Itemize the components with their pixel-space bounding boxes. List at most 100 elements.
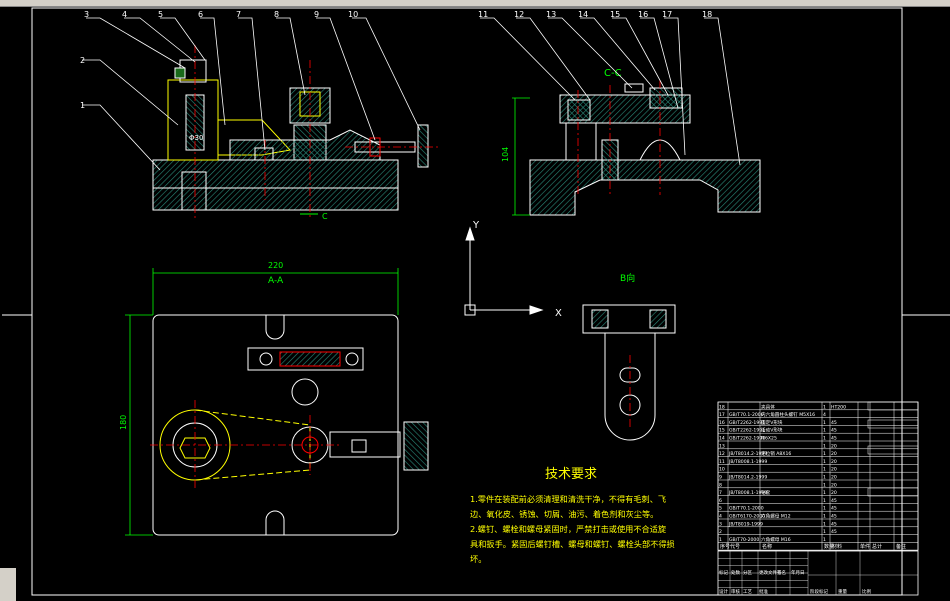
bom-header-cell: 代号 xyxy=(730,543,740,550)
bom-cell-no: 2 xyxy=(719,529,722,535)
balloon-13: 13 xyxy=(546,10,556,19)
bom-cell-mat: 45 xyxy=(831,506,837,512)
tech-req-line-4: 具和扳手。紧固后螺钉槽、螺母和螺钉、螺栓头部不得损 xyxy=(470,539,675,549)
bom-cell-qty: 1 xyxy=(823,404,826,410)
title-block-label: 批准 xyxy=(759,588,768,595)
bom-header-cell: 总计 xyxy=(872,543,882,550)
bom-header-cell: 备注 xyxy=(896,543,906,550)
bom-cell-name: 内六角圆柱头螺钉 M5X16 xyxy=(761,411,815,418)
bom-cell-name: M6X25 xyxy=(761,436,777,442)
bom-cell-no: 8 xyxy=(719,482,722,488)
dim-180: 180 xyxy=(119,415,128,430)
bom-cell-code: JB/T8008.1-1999 xyxy=(728,459,767,465)
balloon-12: 12 xyxy=(514,10,524,19)
balloon-17: 17 xyxy=(662,10,672,19)
bom-cell-name: 固定V形块 xyxy=(761,419,783,426)
bom-cell-mat: 45 xyxy=(831,521,837,527)
bom-cell-mat: 45 xyxy=(831,529,837,535)
balloon-14: 14 xyxy=(578,10,588,19)
bom-cell-qty: 1 xyxy=(823,490,826,496)
bom-cell-mat: 45 xyxy=(831,498,837,504)
balloon-11: 11 xyxy=(478,10,488,19)
balloon-5: 5 xyxy=(158,10,163,19)
bom-cell-no: 9 xyxy=(719,475,722,481)
title-block-label: 分区 xyxy=(743,569,752,576)
ucs-y-label: Y xyxy=(472,220,480,231)
bom-note-box xyxy=(867,419,919,429)
bom-cell-no: 7 xyxy=(719,490,722,496)
bom-cell-no: 11 xyxy=(719,459,725,465)
bom-header-cell: 序号 xyxy=(720,543,730,550)
title-block-label: 重量 xyxy=(838,588,847,595)
title-block-label: 签名 xyxy=(777,569,786,576)
bom-cell-code: GB/T70-2000 xyxy=(729,537,759,543)
bom-cell-mat: 45 xyxy=(831,428,837,434)
bom-cell-no: 5 xyxy=(719,506,722,512)
bom-cell-code: JB/T8014.2-1999 xyxy=(728,475,767,481)
bom-cell-no: 14 xyxy=(719,436,725,442)
bom-cell-name: 六角螺母 M12 xyxy=(761,513,791,520)
bom-table: 18 夹具体 1 HT20017 GB/T70.1-2000内六角圆柱头螺钉 M5X16… xyxy=(717,401,919,551)
bom-cell-no: 18 xyxy=(719,404,725,410)
balloon-2: 2 xyxy=(80,56,85,65)
bom-cell-code: JB/T8019-1999 xyxy=(728,521,763,527)
bom-cell-mat: 20 xyxy=(831,490,837,496)
bom-cell-name: 活动V形块 xyxy=(761,427,783,434)
bom-cell-qty: 4 xyxy=(823,412,826,418)
bom-cell-no: 16 xyxy=(719,420,725,426)
balloon-6: 6 xyxy=(198,10,203,19)
bom-cell-no: 17 xyxy=(719,412,725,418)
section-cc-view xyxy=(512,80,761,216)
view-b-label: B向 xyxy=(620,272,635,284)
bom-cell-name: 定位销 A8X16 xyxy=(761,450,791,457)
bom-note-box xyxy=(867,487,919,497)
bom-header-cell: 单件 xyxy=(860,543,870,550)
section-aa-label: A-A xyxy=(268,276,284,286)
balloon-3: 3 xyxy=(84,10,89,19)
title-block-label: 设计 xyxy=(719,588,728,595)
bom-cell-mat: 20 xyxy=(831,475,837,481)
bom-cell-no: 10 xyxy=(719,467,725,473)
bom-cell-no: 4 xyxy=(719,514,722,520)
bom-cell-qty: 1 xyxy=(823,467,826,473)
cad-drawing-canvas[interactable]: Φ30 C 1 2 3 4 5 6 7 8 9 10 C-C 104 11 12… xyxy=(0,6,950,601)
tech-req-line-5: 坏。 xyxy=(470,554,486,564)
title-block-label: 工艺 xyxy=(743,589,752,595)
balloon-10: 10 xyxy=(348,10,358,19)
bom-cell-qty: 1 xyxy=(823,420,826,426)
balloon-1: 1 xyxy=(80,101,85,110)
c-section-marker: C xyxy=(322,212,328,221)
section-cc-label: C-C xyxy=(604,68,622,79)
bom-cell-qty: 1 xyxy=(823,514,826,520)
tech-req-line-2: 边、氧化皮、锈蚀、切屑、油污、着色剂和灰尘等。 xyxy=(470,509,658,519)
title-block-label: 标记 xyxy=(719,569,728,576)
bom-cell-mat: 20 xyxy=(831,467,837,473)
bom-note-box xyxy=(867,401,919,411)
bom-cell-mat: HT200 xyxy=(831,404,846,410)
bom-cell-qty: 1 xyxy=(823,498,826,504)
title-block-label: 比例 xyxy=(862,588,871,595)
drawing-border xyxy=(31,7,903,596)
bom-cell-no: 12 xyxy=(719,451,725,457)
bom-cell-mat: 20 xyxy=(831,482,837,488)
bom-cell-mat: 45 xyxy=(831,514,837,520)
tech-req-line-1: 1.零件在装配前必须清理和清洗干净，不得有毛刺、飞 xyxy=(470,494,666,504)
bom-cell-qty: 1 xyxy=(823,506,826,512)
balloon-18: 18 xyxy=(702,10,712,19)
bom-cell-no: 3 xyxy=(719,521,722,527)
bom-cell-name: 夹具体 xyxy=(761,403,775,410)
balloon-7: 7 xyxy=(236,10,241,19)
bom-cell-no: 6 xyxy=(719,498,722,504)
bom-cell-mat: 20 xyxy=(831,459,837,465)
bom-cell-mat: 20 xyxy=(831,443,837,449)
title-block-label: 处数 xyxy=(731,569,740,576)
dia-callout: Φ30 xyxy=(189,134,203,142)
bom-cell-mat: 45 xyxy=(831,420,837,426)
bom-cell-qty: 1 xyxy=(823,482,826,488)
bom-cell-qty: 1 xyxy=(823,521,826,527)
ucs-icon xyxy=(464,226,544,316)
bom-header-cell: 材料 xyxy=(832,543,842,550)
title-block: 标记 处数 分区 更改文件号签名 年月日设计 审核 工艺 批准 阶段标记 重量 比例 xyxy=(717,550,919,596)
bom-cell-qty: 1 xyxy=(823,428,826,434)
bom-cell-qty: 1 xyxy=(823,443,826,449)
